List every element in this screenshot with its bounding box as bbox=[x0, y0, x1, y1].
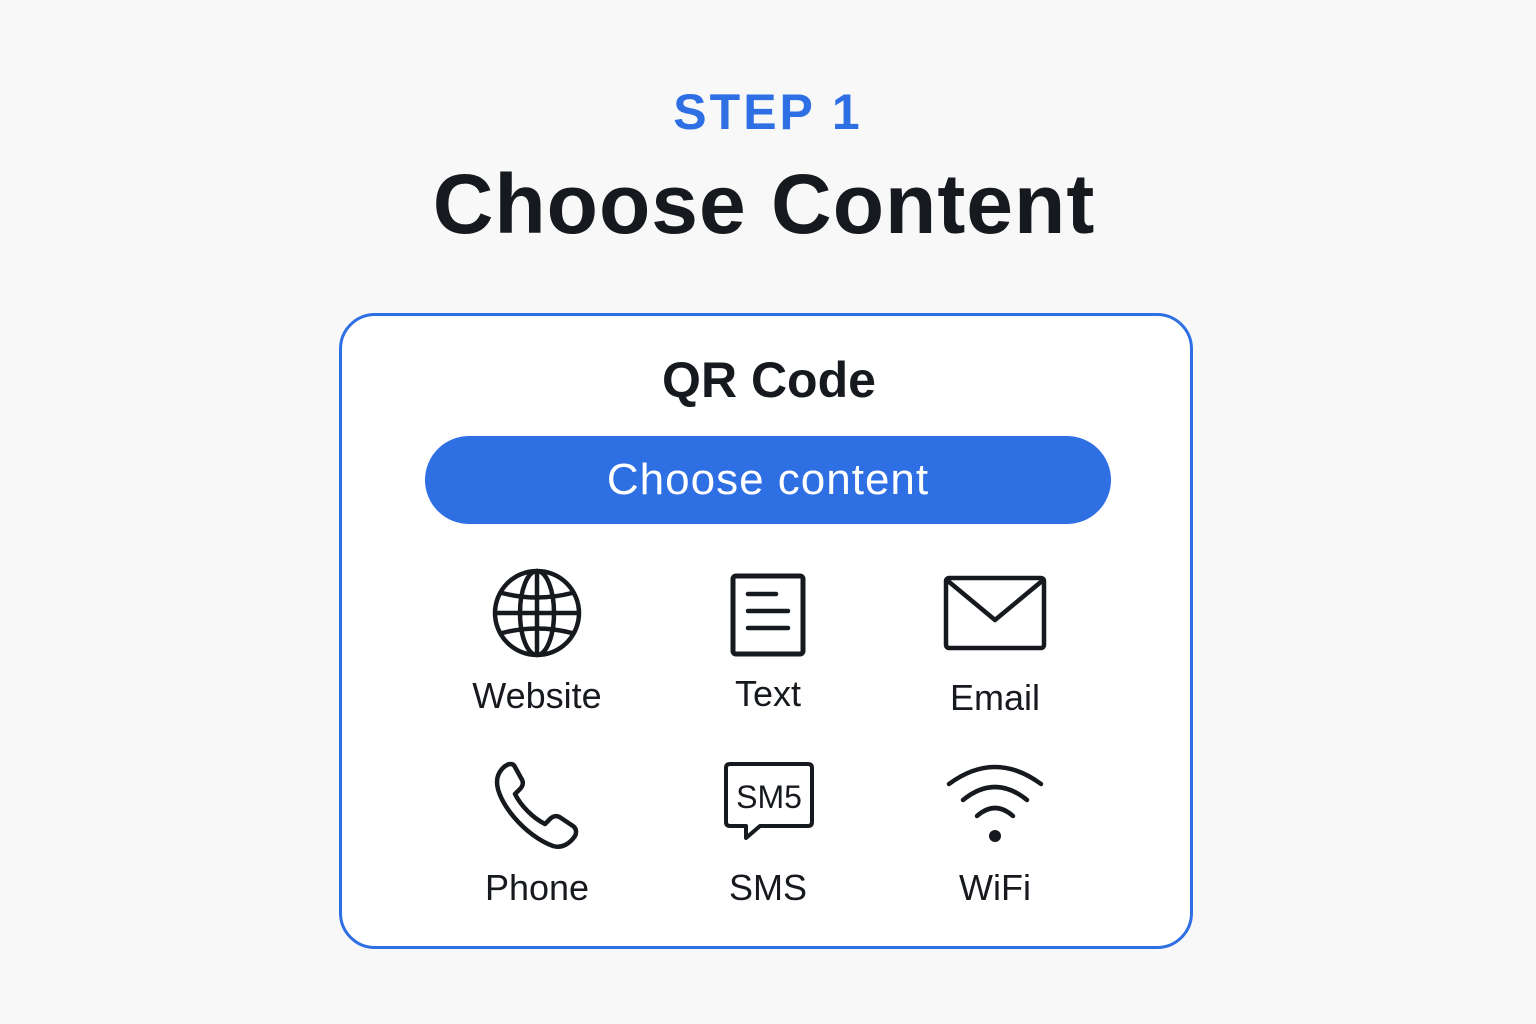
page-title: Choose Content bbox=[432, 157, 1096, 251]
option-label: Email bbox=[949, 677, 1041, 718]
option-label: Website bbox=[472, 675, 602, 716]
card-title: QR Code bbox=[662, 352, 876, 408]
page: STEP 1 Choose Content QR Code Choose con… bbox=[0, 0, 1536, 1024]
option-label: SMS bbox=[728, 867, 807, 908]
document-icon bbox=[658, 566, 878, 666]
option-website[interactable]: Website bbox=[427, 566, 647, 736]
option-email[interactable]: Email bbox=[885, 566, 1105, 736]
sms-icon-text: SM5 bbox=[736, 779, 802, 815]
option-label: Text bbox=[734, 673, 802, 714]
option-phone[interactable]: Phone bbox=[427, 756, 647, 926]
option-text[interactable]: Text bbox=[658, 566, 878, 736]
option-label: WiFi bbox=[959, 867, 1031, 908]
choose-content-button[interactable]: Choose content bbox=[425, 436, 1111, 524]
step-label: STEP 1 bbox=[673, 84, 863, 140]
globe-icon bbox=[427, 566, 647, 666]
option-sms[interactable]: SM5 SMS bbox=[658, 756, 878, 926]
envelope-icon bbox=[885, 566, 1105, 666]
phone-icon bbox=[427, 756, 647, 856]
option-wifi[interactable]: WiFi bbox=[885, 756, 1105, 926]
sms-bubble-icon: SM5 bbox=[658, 756, 878, 856]
option-label: Phone bbox=[484, 867, 590, 908]
wifi-icon bbox=[885, 756, 1105, 856]
